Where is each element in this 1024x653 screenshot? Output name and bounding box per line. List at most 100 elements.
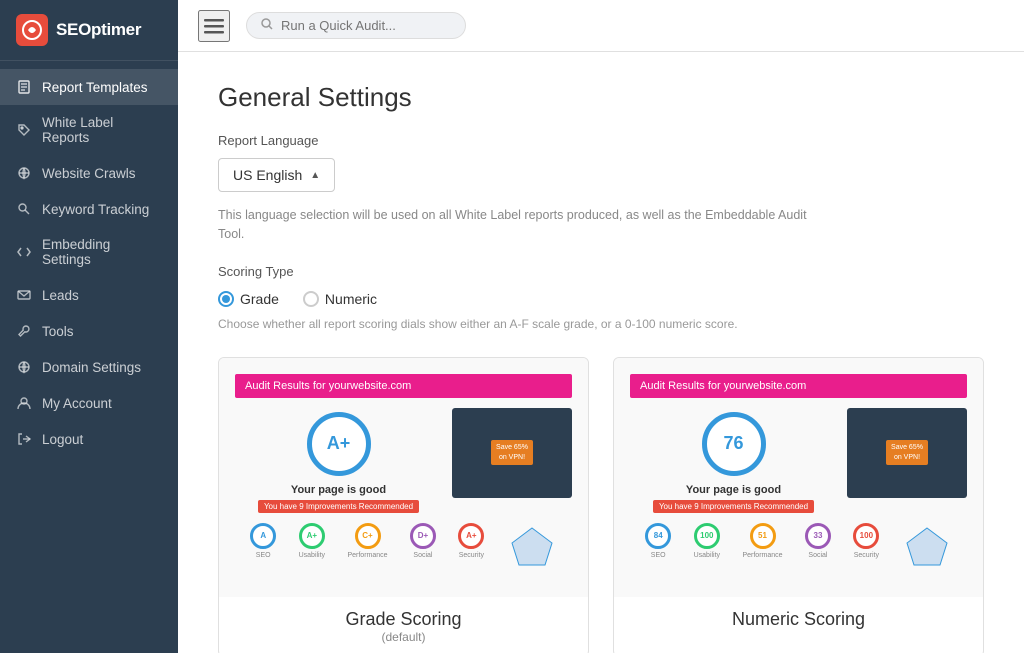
grade-card-left: A+ Your page is good You have 9 Improvem… [235,408,442,513]
scoring-cards: Audit Results for yourwebsite.com A+ You… [218,357,984,653]
grade-tagline: Your page is good [291,484,386,496]
sidebar-item-domain-settings[interactable]: Domain Settings [0,349,178,385]
numeric-circle-security: 100 Security [853,523,879,581]
sidebar-label-embedding-settings: Embedding Settings [42,237,162,267]
numeric-score-value: 76 [723,433,743,454]
numeric-label-security: Security [854,552,879,559]
numeric-label-usability: Usability [694,552,720,559]
main-area: General Settings Report Language US Engl… [178,0,1024,653]
logo-icon [16,14,48,46]
grade-circle-social: D+ Social [410,523,436,581]
scoring-type-label: Scoring Type [218,264,984,279]
numeric-circle-performance-value: 51 [750,523,776,549]
user-icon [16,395,32,411]
logo-area[interactable]: SEOptimer [0,0,178,61]
tag-icon [16,122,32,138]
file-icon [16,79,32,95]
sidebar-label-my-account: My Account [42,396,112,411]
grade-card-preview: Audit Results for yourwebsite.com A+ You… [219,358,588,597]
grade-card-footer: Grade Scoring (default) [219,597,588,653]
mail-icon [16,287,32,303]
sidebar-label-domain-settings: Domain Settings [42,360,141,375]
sidebar-item-report-templates[interactable]: Report Templates [0,69,178,105]
content-area: General Settings Report Language US Engl… [178,52,1024,653]
grade-label-usability: Usability [299,552,325,559]
grade-label-seo: SEO [256,552,271,559]
grade-circle-social-value: D+ [410,523,436,549]
grade-circle-seo-value: A [250,523,276,549]
page-title: General Settings [218,82,984,113]
language-dropdown[interactable]: US English ▲ [218,158,335,192]
numeric-circle-usability-value: 100 [694,523,720,549]
sidebar-label-white-label-reports: White Label Reports [42,115,162,145]
sidebar-label-keyword-tracking: Keyword Tracking [42,202,149,217]
grade-radio-option[interactable]: Grade [218,291,279,307]
grade-circle-performance: C+ Performance [347,523,387,581]
grade-label-security: Security [459,552,484,559]
sidebar-item-leads[interactable]: Leads [0,277,178,313]
numeric-spider-chart [902,523,952,573]
numeric-card-left: 76 Your page is good You have 9 Improvem… [630,408,837,513]
search-bar[interactable] [246,12,466,39]
grade-radio-label: Grade [240,291,279,307]
scoring-note: Choose whether all report scoring dials … [218,315,778,333]
logout-icon [16,431,32,447]
numeric-label-performance: Performance [742,552,782,559]
globe-icon [16,165,32,181]
numeric-radio-circle [303,291,319,307]
nav-items: Report Templates White Label Reports Web… [0,61,178,653]
grade-badge: You have 9 Improvements Recommended [258,500,419,513]
numeric-circle-social-value: 33 [805,523,831,549]
dropdown-arrow-icon: ▲ [310,170,320,181]
sidebar-item-white-label-reports[interactable]: White Label Reports [0,105,178,155]
language-value: US English [233,167,302,183]
numeric-audit-header: Audit Results for yourwebsite.com [630,374,967,398]
numeric-circle-usability: 100 Usability [694,523,720,581]
grade-scoring-card: Audit Results for yourwebsite.com A+ You… [218,357,589,653]
grade-card-screenshot: Save 65%on VPN! [452,408,572,498]
tool-icon [16,323,32,339]
numeric-circle-seo-value: 84 [645,523,671,549]
numeric-footer-title: Numeric Scoring [626,609,971,630]
grade-circle-security-value: A+ [458,523,484,549]
sidebar-item-my-account[interactable]: My Account [0,385,178,421]
report-language-label: Report Language [218,133,984,148]
numeric-circle-social: 33 Social [805,523,831,581]
numeric-label-seo: SEO [651,552,666,559]
search-input[interactable] [281,18,431,33]
grade-label-performance: Performance [347,552,387,559]
grade-mock-screen: Save 65%on VPN! [452,408,572,498]
grade-circle-security: A+ Security [458,523,484,581]
sidebar-label-leads: Leads [42,288,79,303]
sidebar-item-logout[interactable]: Logout [0,421,178,457]
sidebar: SEOptimer Report Templates White Label R… [0,0,178,653]
search-icon [261,18,273,33]
grade-radio-circle [218,291,234,307]
grade-big-circle: A+ [307,412,371,476]
key-icon [16,201,32,217]
numeric-mock-screen: Save 65%on VPN! [847,408,967,498]
sidebar-item-tools[interactable]: Tools [0,313,178,349]
numeric-mock-ad: Save 65%on VPN! [886,440,928,464]
grade-mini-circles: A SEO A+ Usability C+ Performance D+ [235,523,572,581]
globe2-icon [16,359,32,375]
sidebar-label-logout: Logout [42,432,83,447]
numeric-circle-seo: 84 SEO [645,523,671,581]
hamburger-button[interactable] [198,10,230,42]
numeric-circle-performance: 51 Performance [742,523,782,581]
grade-spider-chart [507,523,557,573]
sidebar-label-tools: Tools [42,324,74,339]
sidebar-item-website-crawls[interactable]: Website Crawls [0,155,178,191]
sidebar-item-keyword-tracking[interactable]: Keyword Tracking [0,191,178,227]
topbar [178,0,1024,52]
numeric-big-circle: 76 [702,412,766,476]
code-icon [16,244,32,260]
sidebar-item-embedding-settings[interactable]: Embedding Settings [0,227,178,277]
sidebar-label-website-crawls: Website Crawls [42,166,136,181]
numeric-radio-option[interactable]: Numeric [303,291,377,307]
grade-label-social: Social [413,552,432,559]
grade-circle-usability-value: A+ [299,523,325,549]
numeric-label-social: Social [808,552,827,559]
numeric-card-footer: Numeric Scoring [614,597,983,642]
numeric-radio-label: Numeric [325,291,377,307]
